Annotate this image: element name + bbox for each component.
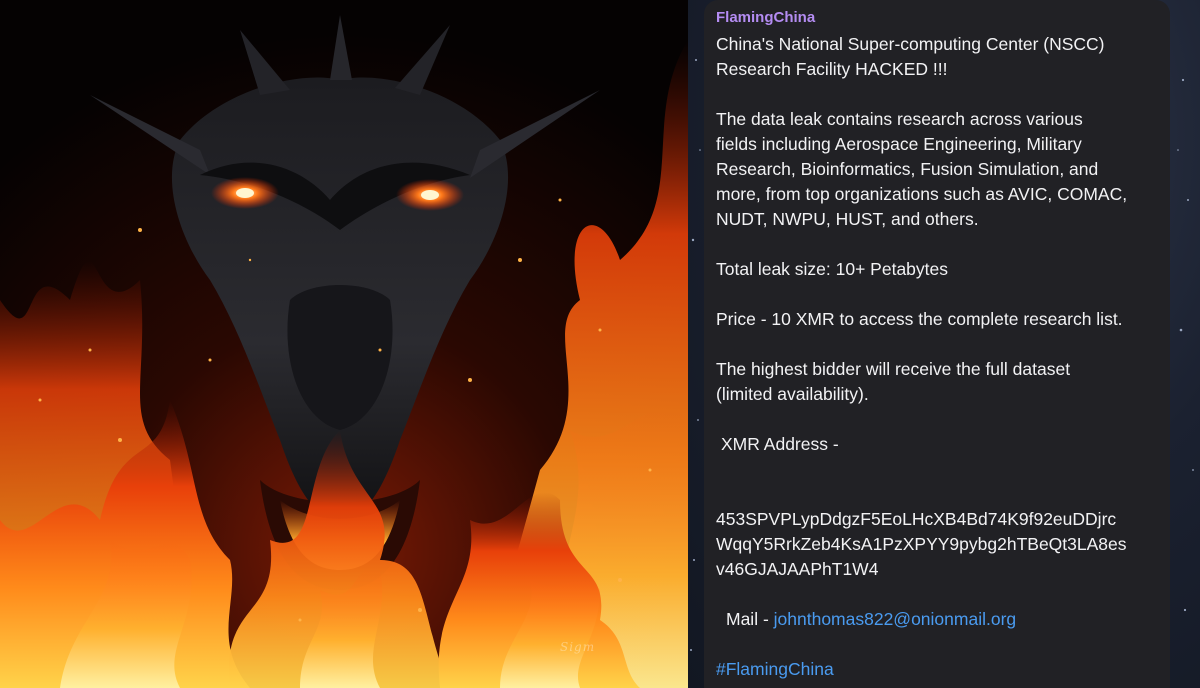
mail-link[interactable]: johnthomas822@onionmail.org xyxy=(774,609,1017,629)
chat-panel: FlamingChina China's National Super-comp… xyxy=(688,0,1200,688)
message-bubble[interactable]: FlamingChina China's National Super-comp… xyxy=(704,0,1170,688)
body-line: The data leak contains research across v… xyxy=(716,109,1083,129)
xmr-address-line: v46GJAJAAPhT1W4 xyxy=(716,559,879,579)
leak-size-text: Total leak size: 10+ Petabytes xyxy=(716,259,949,279)
message-text: China's National Super-computing Center … xyxy=(716,32,1158,682)
xmr-address-line: 453SPVPLypDdgzF5EoLHcXB4Bd74K9f92euDDjrc xyxy=(716,509,1117,529)
headline-line: Research Facility HACKED !!! xyxy=(716,59,948,79)
demon-artwork-image: Sigm xyxy=(0,0,688,688)
bidder-line: The highest bidder will receive the full… xyxy=(716,359,1071,379)
xmr-address-line: WqqY5RrkZeb4KsA1PzXPYY9pybg2hTBeQt3LA8es xyxy=(716,534,1127,554)
mail-line: Mail - johnthomas822@onionmail.org xyxy=(716,607,1158,632)
hashtag-link[interactable]: #FlamingChina xyxy=(716,657,1158,682)
sender-name[interactable]: FlamingChina xyxy=(716,8,1158,28)
mail-label: Mail - xyxy=(726,609,774,629)
price-text: Price - 10 XMR to access the complete re… xyxy=(716,309,1123,329)
artist-signature: Sigm xyxy=(560,640,596,654)
body-line: more, from top organizations such as AVI… xyxy=(716,184,1128,204)
xmr-address-label: XMR Address - xyxy=(721,434,839,454)
bidder-line: (limited availability). xyxy=(716,384,869,404)
demon-in-flames-icon xyxy=(0,0,688,688)
headline-line: China's National Super-computing Center … xyxy=(716,34,1105,54)
body-line: fields including Aerospace Engineering, … xyxy=(716,134,1082,154)
body-line: Research, Bioinformatics, Fusion Simulat… xyxy=(716,159,1099,179)
body-line: NUDT, NWPU, HUST, and others. xyxy=(716,209,979,229)
screenshot: Sigm FlamingChina China's National Super… xyxy=(0,0,1200,688)
